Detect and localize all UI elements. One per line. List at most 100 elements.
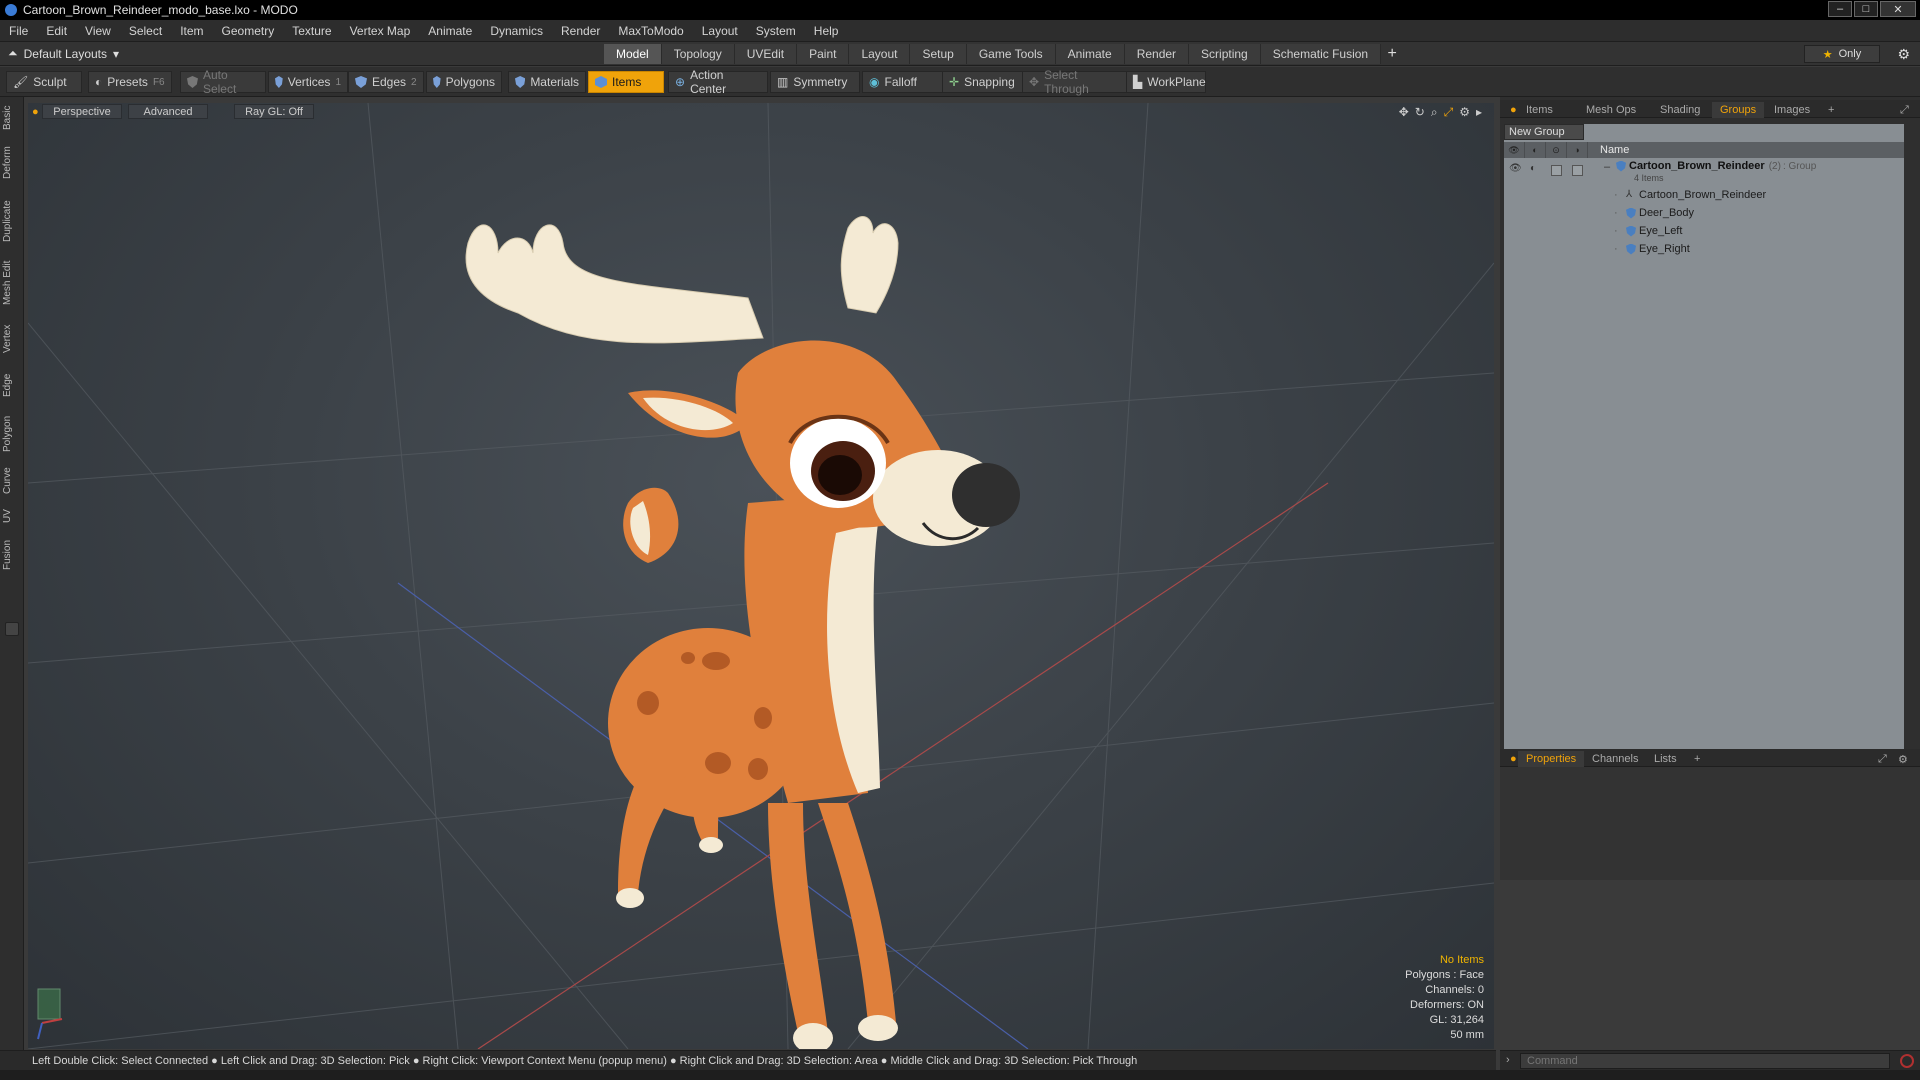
rotate-view-icon[interactable]: ↻: [1415, 105, 1425, 120]
tab-lists[interactable]: Lists: [1646, 751, 1685, 767]
tab-game-tools[interactable]: Game Tools: [966, 44, 1056, 64]
tab-model[interactable]: Model: [604, 44, 662, 64]
tab-images[interactable]: Images: [1766, 102, 1818, 118]
tab-schematic-fusion[interactable]: Schematic Fusion: [1260, 44, 1382, 64]
menu-system[interactable]: System: [747, 24, 805, 38]
tab-properties[interactable]: Properties: [1518, 751, 1585, 767]
panel-expand-icon[interactable]: ⤢: [1892, 102, 1917, 118]
group-child-row[interactable]: · Eye_Right: [1504, 240, 1904, 258]
visibility-eye-icon[interactable]: 👁: [1509, 163, 1522, 174]
tab-channels[interactable]: Channels: [1584, 751, 1646, 767]
strip-tab-deform[interactable]: Deform: [2, 143, 22, 183]
shading-mode-button[interactable]: Advanced: [128, 104, 208, 119]
fit-view-icon[interactable]: ⤢: [1444, 105, 1454, 120]
3d-viewport[interactable]: ● Perspective Advanced Ray GL: Off ✥ ↻ ⌕…: [28, 103, 1494, 1049]
tab-paint[interactable]: Paint: [797, 44, 850, 64]
add-panel-tab-button[interactable]: +: [1820, 102, 1842, 118]
raygl-button[interactable]: Ray GL: Off: [234, 104, 314, 119]
add-properties-tab-button[interactable]: +: [1686, 751, 1708, 767]
menu-help[interactable]: Help: [805, 24, 848, 38]
render-icon[interactable]: ◐: [1525, 142, 1546, 158]
strip-tab-curve[interactable]: Curve: [2, 463, 22, 499]
group-child-row[interactable]: · Deer_Body: [1504, 204, 1904, 222]
menu-dynamics[interactable]: Dynamics: [481, 24, 552, 38]
menu-texture[interactable]: Texture: [283, 24, 340, 38]
stop-icon[interactable]: [1900, 1054, 1914, 1068]
menu-edit[interactable]: Edit: [37, 24, 76, 38]
move-view-icon[interactable]: ✥: [1399, 105, 1409, 120]
layout-selector[interactable]: ⏶ Default Layouts ▾: [8, 46, 119, 61]
edges-button[interactable]: Edges 2: [348, 71, 424, 93]
visibility-eye-icon[interactable]: 👁: [1504, 142, 1525, 158]
menu-layout[interactable]: Layout: [693, 24, 747, 38]
auto-select-button[interactable]: Auto Select: [180, 68, 266, 96]
menu-file[interactable]: File: [0, 24, 37, 38]
properties-gear-icon[interactable]: ⚙: [1890, 751, 1916, 767]
presets-button[interactable]: ◐ Presets F6: [88, 71, 172, 93]
action-center-button[interactable]: ⊕ Action Center: [668, 68, 768, 96]
items-button[interactable]: Items: [588, 71, 664, 93]
menu-view[interactable]: View: [76, 24, 120, 38]
materials-button[interactable]: Materials: [508, 71, 586, 93]
group-child-row[interactable]: · Eye_Left: [1504, 222, 1904, 240]
menu-geometry[interactable]: Geometry: [213, 24, 284, 38]
zoom-view-icon[interactable]: ⌕: [1431, 105, 1438, 120]
menu-vertex-map[interactable]: Vertex Map: [341, 24, 420, 38]
strip-tab-vertex[interactable]: Vertex: [2, 319, 22, 359]
workplane-button[interactable]: ▙ WorkPlane: [1126, 71, 1206, 93]
group-child-row[interactable]: · ⅄ Cartoon_Brown_Reindeer: [1504, 186, 1904, 204]
strip-toggle-button[interactable]: [5, 622, 19, 636]
tab-uvedit[interactable]: UVEdit: [734, 44, 798, 64]
vertices-button[interactable]: Vertices 1: [268, 71, 348, 93]
tab-setup[interactable]: Setup: [910, 44, 967, 64]
expand-arrow-icon[interactable]: –: [1604, 161, 1610, 173]
select-through-button[interactable]: ✥ Select Through: [1022, 68, 1128, 96]
snapping-button[interactable]: ✛ Snapping: [942, 71, 1026, 93]
lock-icon[interactable]: ⊙: [1546, 142, 1567, 158]
maximize-button[interactable]: □: [1854, 1, 1878, 17]
close-button[interactable]: ✕: [1880, 1, 1916, 17]
tab-topology[interactable]: Topology: [661, 44, 735, 64]
add-tab-button[interactable]: +: [1381, 44, 1403, 64]
strip-tab-edge[interactable]: Edge: [2, 367, 22, 403]
lock-checkbox[interactable]: [1551, 165, 1562, 176]
action-center-icon: ⊕: [675, 75, 686, 89]
viewport-menu-icon[interactable]: ●: [32, 104, 40, 119]
tab-layout[interactable]: Layout: [849, 44, 911, 64]
strip-tab-uv[interactable]: UV: [2, 503, 22, 529]
only-button[interactable]: ★ Only: [1804, 45, 1880, 63]
tab-mesh-ops[interactable]: Mesh Ops: [1578, 102, 1644, 118]
menu-render[interactable]: Render: [552, 24, 609, 38]
select-checkbox[interactable]: [1572, 165, 1583, 176]
tab-groups[interactable]: Groups: [1712, 102, 1765, 118]
new-group-button[interactable]: New Group: [1504, 124, 1584, 140]
menu-maxtomodo[interactable]: MaxToModo: [609, 24, 692, 38]
viewport-expand-icon[interactable]: ▸: [1476, 105, 1482, 120]
tab-animate[interactable]: Animate: [1055, 44, 1125, 64]
view-mode-button[interactable]: Perspective: [42, 104, 122, 119]
menu-animate[interactable]: Animate: [419, 24, 481, 38]
strip-tab-mesh-edit[interactable]: Mesh Edit: [2, 257, 22, 309]
back-right-leg: [692, 783, 723, 843]
tab-items[interactable]: Items: [1518, 102, 1561, 118]
menu-item[interactable]: Item: [171, 24, 212, 38]
viewport-gear-icon[interactable]: ⚙: [1459, 105, 1470, 120]
render-icon[interactable]: ◐: [1530, 163, 1536, 174]
sculpt-button[interactable]: 🖌 Sculpt: [6, 71, 82, 93]
select-icon[interactable]: ◑: [1567, 142, 1588, 158]
falloff-button[interactable]: ◉ Falloff: [862, 71, 948, 93]
tab-shading[interactable]: Shading: [1652, 102, 1708, 118]
tab-render[interactable]: Render: [1124, 44, 1190, 64]
minimize-button[interactable]: –: [1828, 1, 1852, 17]
gear-icon[interactable]: ⚙: [1897, 46, 1910, 63]
strip-tab-basic[interactable]: Basic: [2, 103, 22, 133]
command-input[interactable]: [1520, 1053, 1890, 1069]
group-row[interactable]: 👁 ◐ – Cartoon_Brown_Reindeer (2) : Group…: [1504, 160, 1904, 184]
symmetry-button[interactable]: ▥ Symmetry: [770, 71, 860, 93]
polygons-button[interactable]: Polygons: [426, 71, 502, 93]
strip-tab-fusion[interactable]: Fusion: [2, 535, 22, 575]
strip-tab-duplicate[interactable]: Duplicate: [2, 195, 22, 247]
menu-select[interactable]: Select: [120, 24, 171, 38]
tab-scripting[interactable]: Scripting: [1189, 44, 1261, 64]
strip-tab-polygon[interactable]: Polygon: [2, 411, 22, 457]
